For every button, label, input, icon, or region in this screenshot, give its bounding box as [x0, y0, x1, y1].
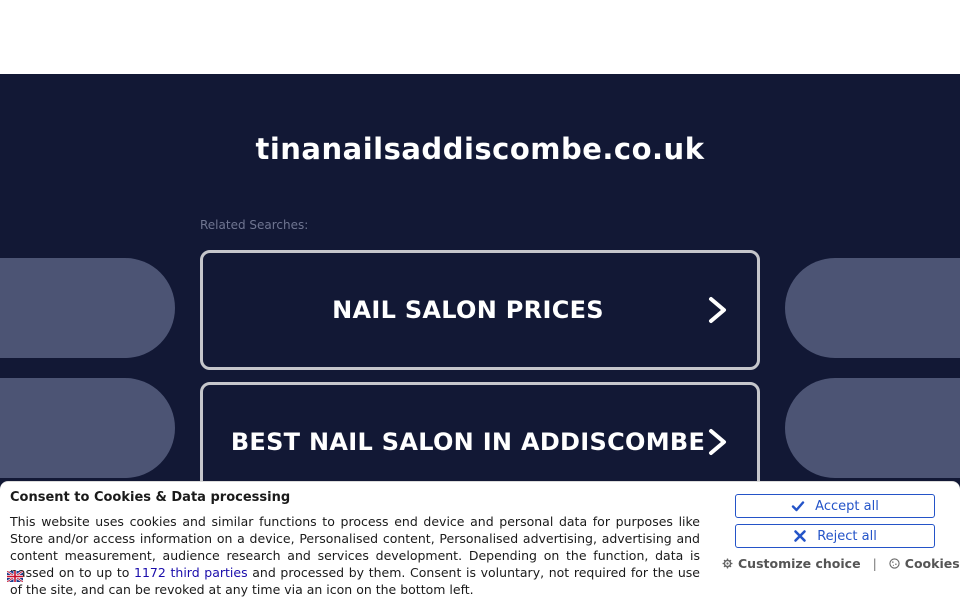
decorative-pill-right-1	[785, 258, 960, 358]
top-bar	[0, 0, 960, 74]
third-parties-link[interactable]: 1172 third parties	[134, 565, 248, 580]
cookies-label: Cookies	[904, 556, 960, 571]
decorative-pill-left-2	[0, 378, 175, 478]
related-search-label: NAIL SALON PRICES	[332, 296, 604, 324]
customize-choice-link[interactable]: Customize choice	[722, 556, 861, 571]
check-icon	[791, 501, 805, 512]
page: tinanailsaddiscombe.co.uk Related Search…	[0, 0, 960, 600]
reject-all-label: Reject all	[817, 528, 877, 544]
consent-links-row: Customize choice | Cookies	[722, 556, 960, 571]
cookie-icon	[889, 558, 900, 569]
customize-choice-label: Customize choice	[738, 556, 861, 571]
links-separator: |	[872, 556, 877, 571]
accept-all-label: Accept all	[815, 498, 879, 514]
related-search-nail-salon-prices[interactable]: NAIL SALON PRICES	[200, 250, 760, 370]
decorative-pill-left-1	[0, 258, 175, 358]
cookies-link[interactable]: Cookies	[889, 556, 960, 571]
chevron-right-icon	[709, 297, 726, 323]
gear-icon	[722, 558, 733, 569]
consent-text: This website uses cookies and similar fu…	[10, 513, 700, 598]
cookie-consent-banner: Consent to Cookies & Data processing Thi…	[0, 481, 960, 600]
related-searches-label: Related Searches:	[200, 218, 309, 232]
chevron-right-icon	[709, 429, 726, 455]
domain-title: tinanailsaddiscombe.co.uk	[255, 132, 705, 166]
reject-all-button[interactable]: Reject all	[735, 524, 935, 548]
uk-flag-icon[interactable]	[7, 571, 23, 582]
close-icon	[794, 530, 806, 542]
accept-all-button[interactable]: Accept all	[735, 494, 935, 518]
consent-title: Consent to Cookies & Data processing	[10, 490, 291, 505]
decorative-pill-right-2	[785, 378, 960, 478]
